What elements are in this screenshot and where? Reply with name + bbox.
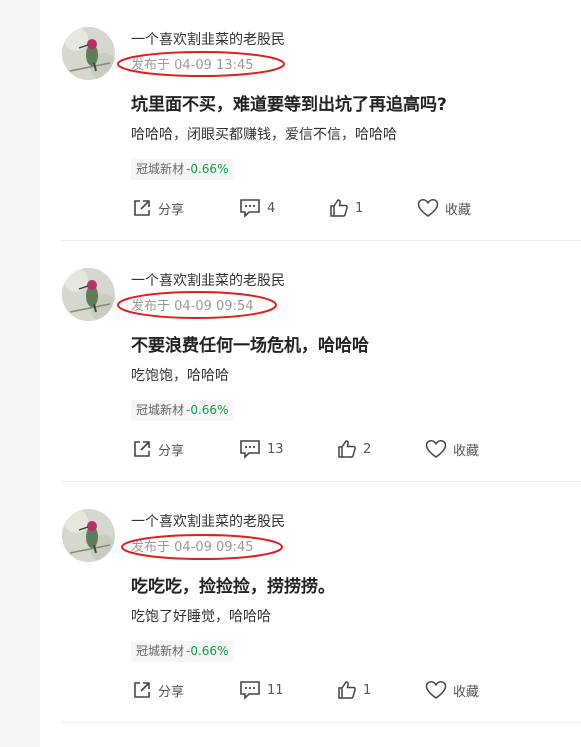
collect-button[interactable]: 收藏	[417, 196, 471, 220]
post-title[interactable]: 坑里面不买，难道要等到出坑了再追高吗?	[131, 90, 447, 115]
author-name[interactable]: 一个喜欢割韭菜的老股民	[131, 29, 285, 49]
hummingbird-avatar-image	[62, 509, 115, 562]
post-title[interactable]: 吃吃吃，捡捡捡，捞捞捞。	[131, 572, 335, 597]
heart-icon	[417, 199, 439, 217]
comment-button[interactable]: 13	[239, 437, 284, 461]
stock-change: -0.66%	[186, 403, 229, 417]
like-count: 1	[355, 200, 364, 216]
post-time: 发布于 04-09 13:45	[131, 58, 254, 73]
post-item: 一个喜欢割韭菜的老股民 发布于 04-09 09:45 吃吃吃，捡捡捡，捞捞捞。…	[40, 482, 581, 723]
comment-count: 4	[267, 200, 276, 216]
thumbs-up-icon	[338, 681, 356, 699]
share-icon	[134, 441, 150, 457]
like-button[interactable]: 1	[329, 196, 363, 220]
comment-count: 11	[267, 682, 284, 698]
comment-icon	[240, 199, 260, 218]
like-button[interactable]: 1	[337, 678, 371, 702]
like-count: 2	[363, 441, 372, 457]
collect-button[interactable]: 收藏	[425, 678, 479, 702]
share-icon	[134, 200, 150, 216]
post-body: 吃饱饱，哈哈哈	[131, 368, 229, 384]
avatar[interactable]	[62, 268, 115, 321]
comment-button[interactable]: 4	[239, 196, 275, 220]
like-count: 1	[363, 682, 372, 698]
heart-icon	[425, 681, 447, 699]
post-item: 一个喜欢割韭菜的老股民 发布于 04-09 09:54 不要浪费任何一场危机，哈…	[40, 241, 581, 482]
like-button[interactable]: 2	[337, 437, 371, 461]
author-name[interactable]: 一个喜欢割韭菜的老股民	[131, 270, 285, 290]
thumbs-up-icon	[338, 440, 356, 458]
share-label: 分享	[158, 684, 185, 700]
stock-name: 冠城新材	[136, 644, 185, 658]
collect-button[interactable]: 收藏	[425, 437, 479, 461]
heart-icon	[425, 440, 447, 458]
stock-tag[interactable]: 冠城新材 -0.66%	[131, 400, 234, 421]
collect-label: 收藏	[445, 202, 472, 218]
comment-button[interactable]: 11	[239, 678, 284, 702]
post-feed: 一个喜欢割韭菜的老股民 发布于 04-09 13:45 坑里面不买，难道要等到出…	[40, 0, 581, 747]
avatar[interactable]	[62, 509, 115, 562]
collect-label: 收藏	[453, 684, 480, 700]
stock-name: 冠城新材	[136, 403, 185, 417]
stock-change: -0.66%	[186, 644, 229, 658]
post-time: 发布于 04-09 09:45	[131, 540, 254, 555]
author-name[interactable]: 一个喜欢割韭菜的老股民	[131, 511, 285, 531]
comment-icon	[240, 440, 260, 459]
share-label: 分享	[158, 443, 185, 459]
post-body: 吃饱了好睡觉，哈哈哈	[131, 609, 271, 625]
stock-name: 冠城新材	[136, 162, 185, 176]
share-icon	[134, 682, 150, 698]
post-divider	[61, 722, 581, 723]
post-time: 发布于 04-09 09:54	[131, 299, 254, 314]
post-item: 一个喜欢割韭菜的老股民 发布于 04-09 13:45 坑里面不买，难道要等到出…	[40, 0, 581, 241]
hummingbird-avatar-image	[62, 268, 115, 321]
avatar[interactable]	[62, 27, 115, 80]
share-button[interactable]: 分享	[132, 678, 184, 702]
thumbs-up-icon	[330, 199, 348, 217]
stock-change: -0.66%	[186, 162, 229, 176]
share-label: 分享	[158, 202, 185, 218]
comment-count: 13	[267, 441, 284, 457]
comment-icon	[240, 681, 260, 700]
hummingbird-avatar-image	[62, 27, 115, 80]
post-body: 哈哈哈，闭眼买都赚钱，爱信不信，哈哈哈	[131, 127, 397, 143]
stock-tag[interactable]: 冠城新材 -0.66%	[131, 159, 234, 180]
collect-label: 收藏	[453, 443, 480, 459]
stock-tag[interactable]: 冠城新材 -0.66%	[131, 641, 234, 662]
share-button[interactable]: 分享	[132, 437, 184, 461]
post-title[interactable]: 不要浪费任何一场危机，哈哈哈	[131, 331, 369, 356]
share-button[interactable]: 分享	[132, 196, 184, 220]
